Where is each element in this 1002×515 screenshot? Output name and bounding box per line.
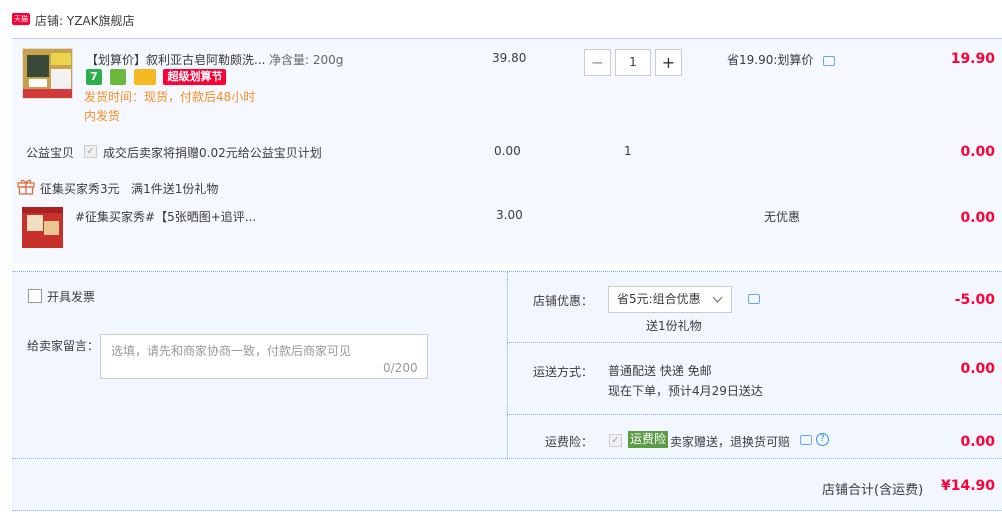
shipping-amount: 0.00 <box>960 361 995 377</box>
insurance-text: 卖家赠送，退换货可赔 <box>670 435 791 449</box>
tmall-logo-icon: 天猫 <box>12 13 30 25</box>
item-total: 19.90 <box>950 51 995 67</box>
credit-card-icon[interactable] <box>133 69 156 85</box>
divider <box>507 414 1002 415</box>
insurance-checkbox[interactable]: ✓ <box>609 434 622 447</box>
charity-checkbox[interactable]: ✓ <box>84 145 97 158</box>
gift-price: 3.00 <box>496 208 523 222</box>
shipping-label: 运送方式： <box>533 365 594 379</box>
discount-label: 店铺优惠： <box>533 294 594 308</box>
super-deal-badge: 超级划算节 <box>163 69 227 85</box>
product-thumbnail[interactable] <box>22 48 73 99</box>
service-icons: 7 超级划算节 <box>86 69 227 85</box>
insurance-label: 运费险： <box>545 435 594 449</box>
memo-char-count: 0/200 <box>383 361 418 375</box>
discount-amount: -5.00 <box>954 292 995 308</box>
chat-icon[interactable] <box>800 434 812 445</box>
invoice-checkbox[interactable] <box>28 289 42 303</box>
product-spec: 净含量: 200g <box>269 53 344 67</box>
gift-thumbnail[interactable] <box>22 207 63 248</box>
quantity-stepper: −1 + <box>584 49 682 76</box>
chat-icon[interactable] <box>748 294 760 304</box>
product-title[interactable]: 【划算价】叙利亚古皂阿勒颇洗... <box>86 51 265 68</box>
divider <box>12 458 1002 459</box>
shop-name[interactable]: 店铺: YZAK旗舰店 <box>35 12 135 29</box>
gift-icon <box>17 178 35 198</box>
unit-price: 39.80 <box>492 51 527 65</box>
ship-time: 发货时间：现货，付款后48小时 <box>84 90 256 104</box>
gift-promo: 无优惠 <box>764 210 801 224</box>
quantity-input[interactable]: 1 <box>615 49 651 76</box>
decrement-button[interactable]: − <box>584 49 611 76</box>
shop-total-amount: ¥14.90 <box>940 478 995 494</box>
insurance-amount: 0.00 <box>960 434 995 450</box>
help-icon[interactable]: ? <box>815 433 829 446</box>
item-promo: 省19.90:划算价 <box>727 51 836 68</box>
chat-icon[interactable] <box>823 55 836 66</box>
gift-title[interactable]: #征集买家秀#【5张晒图+追评... <box>75 208 256 225</box>
discount-select[interactable]: 省5元:组合优惠 <box>608 286 732 313</box>
ship-time-cont: 内发货 <box>84 109 121 123</box>
insurance-icons: ? <box>800 432 829 446</box>
charity-total: 0.00 <box>960 144 995 160</box>
chevron-down-icon <box>712 287 723 321</box>
charity-qty: 1 <box>624 144 632 158</box>
invoice-label[interactable]: 开具发票 <box>47 288 95 305</box>
charity-text: 成交后卖家将捐赠0.02元给公益宝贝计划 <box>103 146 322 160</box>
shipping-method: 普通配送 快递 免邮 <box>608 364 712 378</box>
charity-label: 公益宝贝 <box>26 146 75 160</box>
tmall-guarantee-icon[interactable] <box>109 69 126 85</box>
memo-label: 给卖家留言： <box>27 339 100 353</box>
memo-placeholder: 选填，请先和商家协商一致，付款后商家可见 <box>111 344 352 358</box>
gift-header: 征集买家秀3元 满1件送1份礼物 <box>40 182 219 196</box>
shop-total-label: 店铺合计(含运费) <box>822 483 924 498</box>
gift-total: 0.00 <box>960 210 995 226</box>
item-promo-text: 省19.90:划算价 <box>727 53 814 67</box>
increment-button[interactable]: + <box>655 49 682 76</box>
discount-selected: 省5元:组合优惠 <box>617 292 701 306</box>
discount-gift: 送1份礼物 <box>646 319 702 333</box>
shipping-eta: 现在下单，预计4月29日送达 <box>608 384 763 398</box>
charity-price: 0.00 <box>494 144 521 158</box>
divider <box>507 342 1002 343</box>
insurance-badge: 运费险 <box>628 431 669 448</box>
seven-day-return-icon[interactable]: 7 <box>86 69 102 85</box>
